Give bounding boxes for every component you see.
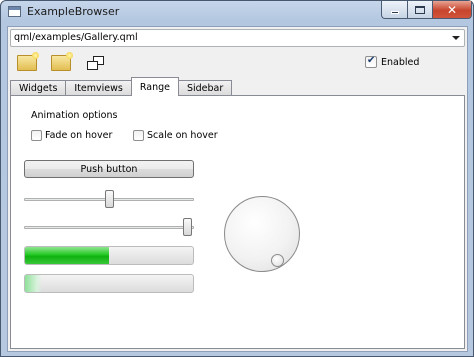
maximize-icon xyxy=(415,5,425,14)
app-window: ExampleBrowser ✕ qml/examples/Gallery.qm… xyxy=(0,0,474,357)
close-button[interactable]: ✕ xyxy=(432,1,472,19)
new-folder-icon[interactable] xyxy=(17,52,39,71)
progress-bar-2-fill xyxy=(25,275,42,292)
horizontal-slider-1[interactable] xyxy=(24,189,194,209)
fade-check-icon[interactable] xyxy=(31,130,42,141)
copy-icon[interactable] xyxy=(86,55,106,71)
tab-widgets[interactable]: Widgets xyxy=(10,80,67,96)
scale-on-hover-checkbox[interactable]: Scale on hover xyxy=(133,130,218,141)
tab-itemviews[interactable]: Itemviews xyxy=(65,80,132,96)
enabled-check-icon[interactable] xyxy=(365,55,377,68)
file-combo-value: qml/examples/Gallery.qml xyxy=(14,32,138,43)
scale-check-icon[interactable] xyxy=(133,130,144,141)
enabled-label: Enabled xyxy=(381,56,420,68)
slider-2-handle[interactable] xyxy=(183,218,192,236)
animation-options-title: Animation options xyxy=(31,110,118,121)
fade-on-hover-checkbox[interactable]: Fade on hover xyxy=(31,130,112,141)
tab-sidebar[interactable]: Sidebar xyxy=(177,80,233,96)
progress-bar-2 xyxy=(24,274,194,293)
fade-on-hover-label: Fade on hover xyxy=(45,130,113,141)
progress-bar-1-fill xyxy=(25,247,109,264)
client-area: qml/examples/Gallery.qml Enabled Widgets… xyxy=(7,26,468,352)
close-icon: ✕ xyxy=(446,2,458,17)
slider-1-handle[interactable] xyxy=(105,190,114,208)
minimize-button[interactable] xyxy=(381,1,408,19)
enabled-checkbox[interactable]: Enabled xyxy=(365,55,419,69)
dial-knob[interactable] xyxy=(224,196,300,272)
open-folder-icon[interactable] xyxy=(51,52,73,71)
push-button[interactable]: Push button xyxy=(24,160,194,178)
tab-bar: Widgets Itemviews Range Sidebar xyxy=(10,77,233,96)
slider-2-groove xyxy=(24,226,194,229)
horizontal-slider-2[interactable] xyxy=(24,217,194,237)
maximize-button[interactable] xyxy=(407,1,433,19)
chevron-down-icon xyxy=(452,36,460,40)
minimize-icon xyxy=(390,11,399,14)
scale-on-hover-label: Scale on hover xyxy=(147,130,218,141)
progress-bar-1 xyxy=(24,246,194,265)
tab-range[interactable]: Range xyxy=(130,77,179,96)
range-tab-pane: Animation options Fade on hover Scale on… xyxy=(10,95,465,349)
window-title: ExampleBrowser xyxy=(27,5,120,18)
file-combo[interactable]: qml/examples/Gallery.qml xyxy=(10,29,465,47)
dial-indicator[interactable] xyxy=(271,254,284,267)
app-window-icon xyxy=(8,6,21,17)
title-bar[interactable]: ExampleBrowser ✕ xyxy=(1,1,473,23)
